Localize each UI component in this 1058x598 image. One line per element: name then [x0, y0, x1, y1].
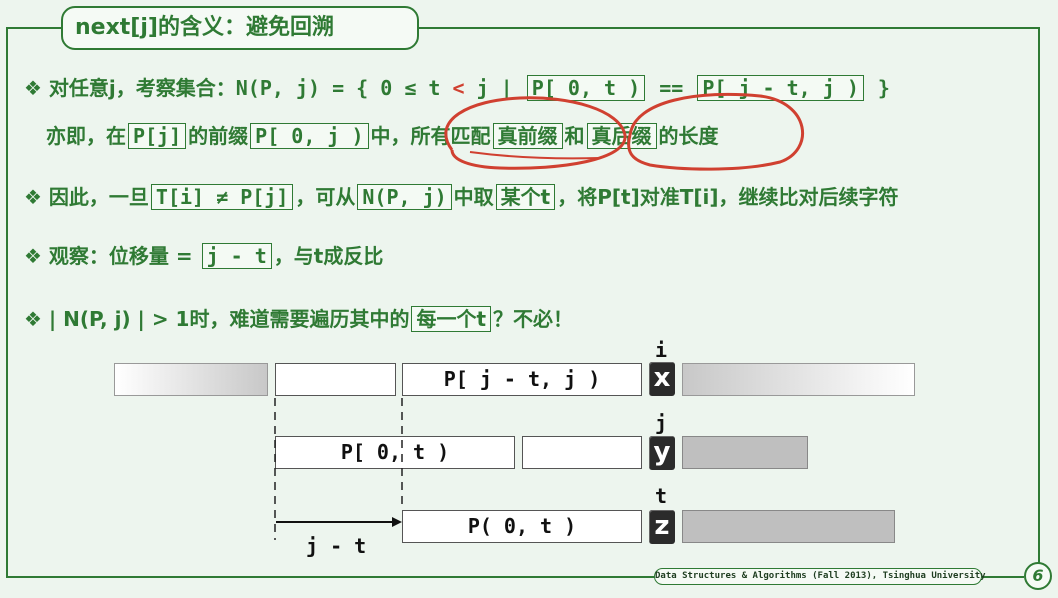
pattern-prefix-bar: P[ 0, t )	[275, 436, 515, 469]
slide-title: next[j]的含义：避免回溯	[61, 6, 419, 50]
suffix-box: P[ j - t, j )	[697, 75, 864, 101]
char-y-box: y	[649, 436, 675, 470]
frame-top-left	[6, 27, 62, 29]
set-box: N(P, j)	[357, 184, 452, 210]
diamond-bullet-icon: ❖	[24, 76, 42, 100]
proper-prefix-box: 真前缀	[492, 123, 563, 149]
prefix-range-box: P[ 0, j )	[250, 123, 369, 149]
bullet-set-definition: ❖ 对任意j，考察集合：N(P, j) = { 0 ≤ t < j | P[ 0…	[24, 74, 890, 102]
set-notation: N(P, j) = { 0 ≤ t	[235, 76, 453, 100]
set-notation: j |	[464, 76, 525, 100]
frame-top-right	[418, 27, 1040, 29]
frame-left	[6, 27, 8, 578]
text: 中取	[453, 185, 494, 209]
text-bar-blank	[275, 363, 396, 396]
pattern-blank-bar	[522, 436, 642, 469]
text: ，将P[t]对准T[i]，继续比对后续字符	[557, 185, 899, 209]
text: ，可从	[295, 185, 356, 209]
text: 亦即，在	[46, 124, 126, 148]
text: 的前缀	[188, 124, 249, 148]
shift-box: j - t	[201, 243, 272, 269]
shifted-rest-bar	[682, 510, 895, 543]
diamond-bullet-icon: ❖	[24, 307, 42, 331]
pattern-rest-bar	[682, 436, 808, 469]
text: 中，所有匹配	[370, 124, 491, 148]
index-i-label: i	[655, 338, 668, 362]
pj-box: P[j]	[128, 123, 187, 149]
index-t-label: t	[655, 484, 668, 508]
page-number: 6	[1024, 562, 1052, 590]
text: 观察：位移量 =	[48, 244, 200, 268]
proper-suffix-box: 真后缀	[586, 123, 657, 149]
each-t-box: 每一个t	[411, 306, 492, 332]
text: ？不必！	[493, 307, 574, 331]
text: ，与t成反比	[273, 244, 384, 268]
text-bar-right	[682, 363, 915, 396]
text: | N(P, j) | > 1时，难道需要遍历其中的	[48, 307, 410, 331]
explanation-line: 亦即，在 P[j] 的前缀 P[ 0, j ) 中，所有匹配 真前缀和真后缀 的长度	[46, 122, 719, 150]
shift-label: j - t	[306, 534, 367, 558]
course-footer: Data Structures & Algorithms (Fall 2013)…	[654, 568, 986, 585]
set-close: }	[865, 76, 890, 100]
shifted-prefix-bar: P( 0, t )	[402, 510, 642, 543]
text: 因此，一旦	[48, 185, 149, 209]
char-z-box: z	[649, 510, 675, 544]
text: 的长度	[658, 124, 719, 148]
diamond-bullet-icon: ❖	[24, 185, 42, 209]
index-j-label: j	[655, 411, 668, 435]
diamond-bullet-icon: ❖	[24, 244, 42, 268]
text-bar-left	[114, 363, 268, 396]
text: 和	[564, 124, 585, 148]
prefix-box: P[ 0, t )	[526, 75, 646, 101]
bullet-multiple: ❖ | N(P, j) | > 1时，难道需要遍历其中的 每一个t ？不必！	[24, 305, 573, 333]
bullet-shift: ❖ 观察：位移量 = j - t ，与t成反比	[24, 242, 383, 270]
equals-sign: ==	[647, 76, 696, 100]
some-t-box: 某个t	[495, 184, 556, 210]
text-suffix-bar: P[ j - t, j )	[402, 363, 642, 396]
less-than-sign: <	[452, 76, 465, 100]
frame-right	[1038, 27, 1040, 564]
text: 对任意j，考察集合：	[48, 76, 236, 100]
char-x-box: x	[649, 362, 675, 396]
bullet-mismatch: ❖ 因此，一旦 T[i] ≠ P[j] ，可从 N(P, j) 中取 某个t ，将P[t]对…	[24, 183, 899, 211]
mismatch-box: T[i] ≠ P[j]	[150, 184, 294, 210]
